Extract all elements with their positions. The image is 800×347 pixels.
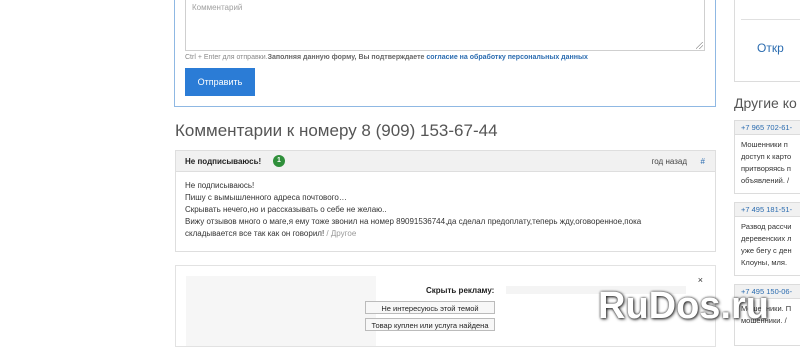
category-link[interactable]: / Другое — [326, 229, 356, 238]
comment-placeholder: Комментарий — [192, 3, 243, 12]
snippet-line: Развод рассчи — [741, 222, 792, 231]
comment-textarea[interactable]: Комментарий — [185, 0, 705, 51]
comment-body: Не подписываюсь! Пишу с вымышленного адр… — [176, 172, 715, 240]
hint-consent: Заполняя данную форму, Вы подтверждаете — [267, 54, 425, 61]
rating-badge: 1 — [273, 155, 285, 167]
comment-form: Комментарий Ctrl + Enter для отправки.За… — [174, 0, 716, 107]
comment-author: Не подписываюсь! — [185, 157, 262, 166]
comment-line: Не подписываюсь! — [185, 181, 255, 190]
snippet-line: уже бегу с ден — [741, 246, 792, 255]
form-hint: Ctrl + Enter для отправки.Заполняя данну… — [185, 54, 588, 61]
permalink[interactable]: # — [701, 157, 705, 166]
close-icon[interactable]: × — [698, 275, 703, 285]
snippet-line: объявлений. / — [741, 176, 790, 185]
number-link[interactable]: +7 495 181-51- — [735, 203, 800, 217]
sidebar-box: Откр — [734, 0, 800, 82]
number-snippet: Развод рассчи деревенских л уже бегу с д… — [735, 217, 800, 269]
number-link[interactable]: +7 965 702-61- — [735, 121, 800, 135]
snippet-line: Мошенники п — [741, 140, 788, 149]
comment-line: Вижу отзывов много о маге,я ему тоже зво… — [185, 217, 642, 226]
already-bought-button[interactable]: Товар куплен или услуга найдена — [365, 318, 495, 331]
snippet-line: притворяясь п — [741, 164, 791, 173]
comment-header: Не подписываюсь! 1 год назад # — [176, 151, 715, 172]
not-interested-button[interactable]: Не интересуюсь этой темой — [365, 301, 495, 314]
section-title: Комментарии к номеру 8 (909) 153-67-44 — [175, 121, 498, 140]
number-card: +7 965 702-61- Мошенники п доступ к карт… — [734, 120, 800, 194]
comment-card: Не подписываюсь! 1 год назад # Не подпис… — [175, 150, 716, 252]
submit-button[interactable]: Отправить — [185, 68, 255, 96]
watermark-logo: RuDos.ru — [598, 285, 769, 327]
hide-ad-title: Скрыть рекламу: — [426, 286, 495, 295]
number-card: +7 495 181-51- Развод рассчи деревенских… — [734, 202, 800, 276]
hint-shortcut: Ctrl + Enter для отправки. — [185, 54, 268, 61]
snippet-line: доступ к карто — [741, 152, 792, 161]
snippet-line: Клоуны, мля. — [741, 258, 788, 267]
comment-time: год назад — [651, 157, 687, 166]
comment-line-last: складывается все так как он говорил! / Д… — [185, 228, 706, 240]
resize-grip-icon[interactable] — [696, 42, 703, 49]
snippet-line: деревенских л — [741, 234, 792, 243]
divider — [741, 19, 800, 20]
comment-line: Пишу с вымышленного адреса почтового… — [185, 193, 347, 202]
comment-line: Скрывать нечего,но и рассказывать о себе… — [185, 205, 387, 214]
open-link[interactable]: Откр — [757, 41, 784, 55]
comment-line: складывается все так как он говорил! — [185, 229, 325, 238]
other-numbers-heading: Другие ко — [734, 95, 797, 111]
consent-link[interactable]: согласие на обработку персональных данны… — [426, 54, 587, 61]
number-snippet: Мошенники п доступ к карто притворяясь п… — [735, 135, 800, 187]
